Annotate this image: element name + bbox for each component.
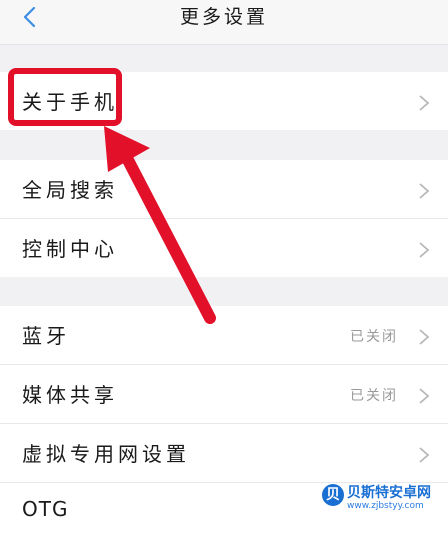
watermark-url: www.zjbstyy.com xyxy=(347,501,424,511)
watermark-logo-icon: 贝 xyxy=(322,484,344,506)
watermark: 贝 贝斯特安卓网 www.zjbstyy.com xyxy=(322,480,442,520)
watermark-name: 贝斯特安卓网 xyxy=(347,485,431,501)
annotation-arrow xyxy=(104,126,216,324)
